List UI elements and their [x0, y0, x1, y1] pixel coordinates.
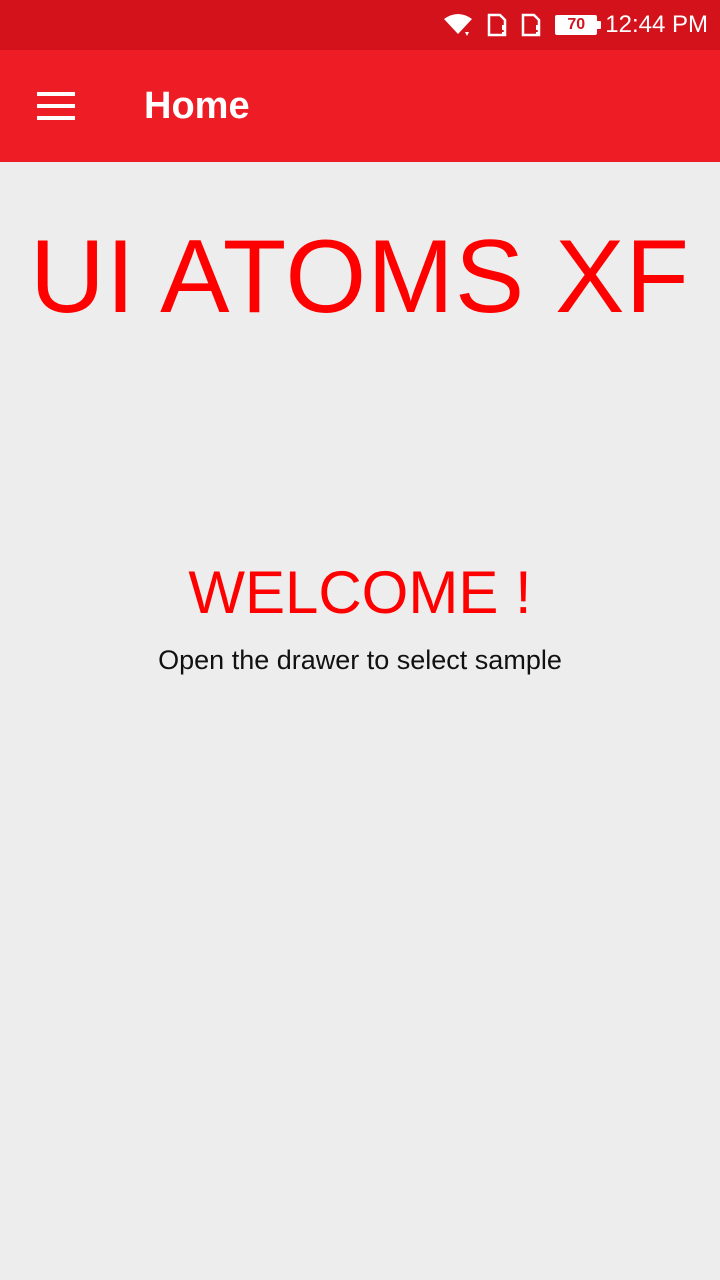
brand-title: UI ATOMS XF	[29, 219, 691, 335]
battery-icon: 70	[555, 15, 602, 35]
wifi-icon	[443, 12, 473, 38]
sim-card-2-icon	[521, 13, 541, 37]
page-title: Home	[144, 84, 250, 127]
welcome-title: WELCOME !	[188, 559, 532, 626]
hamburger-menu-icon	[37, 92, 75, 120]
welcome-subtitle: Open the drawer to select sample	[158, 645, 562, 675]
sim-card-1-icon	[487, 13, 507, 37]
app-bar: Home	[0, 50, 720, 162]
menu-button[interactable]	[28, 78, 84, 134]
battery-level: 70	[555, 15, 602, 35]
status-bar: 70 12:44 PM	[0, 0, 720, 50]
status-clock: 12:44 PM	[605, 11, 708, 38]
